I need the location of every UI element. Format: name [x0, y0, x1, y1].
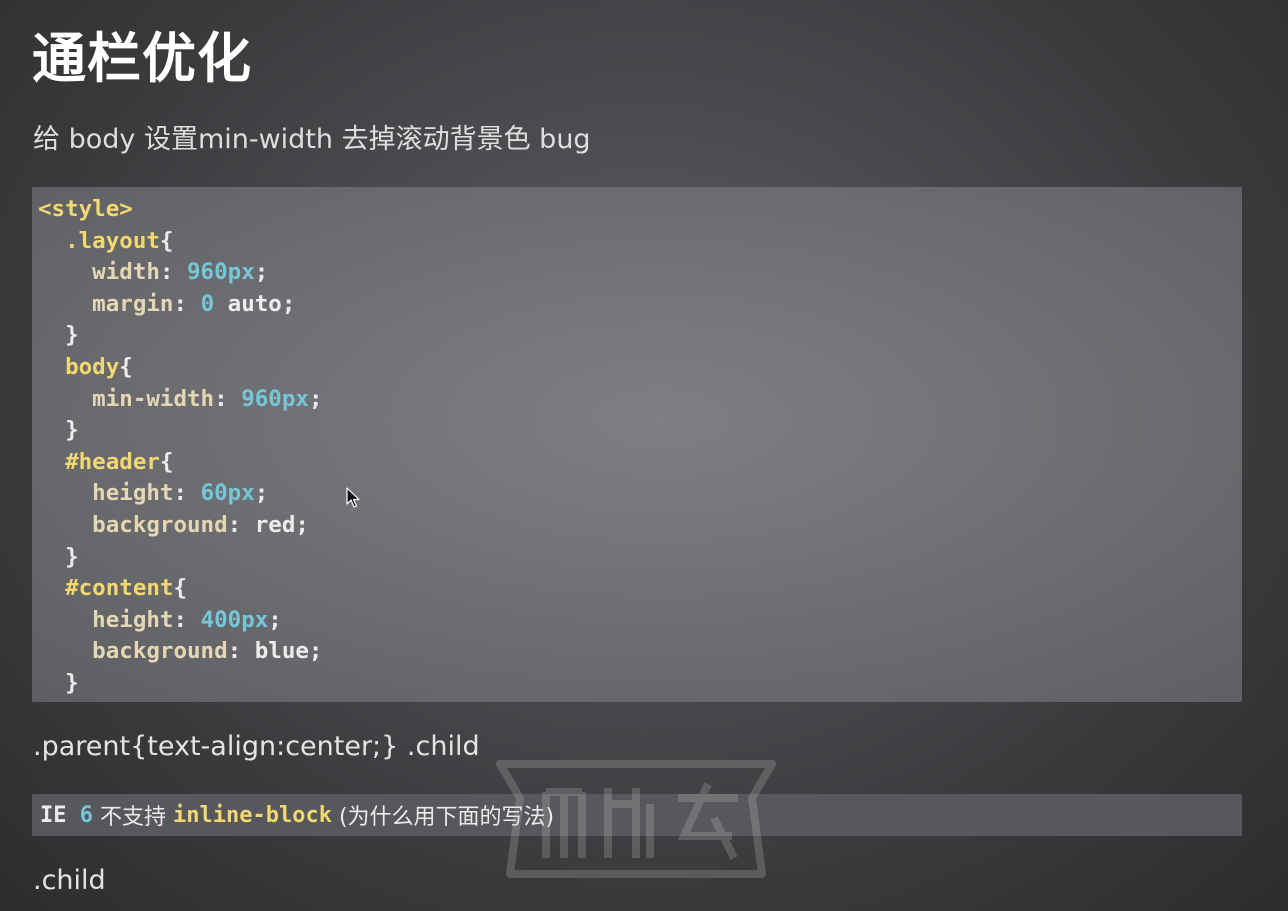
- code-line: #content{: [38, 573, 1242, 605]
- code-line: .layout{: [38, 226, 1242, 258]
- code-token: :: [227, 638, 255, 665]
- code-line: margin: 0 auto;: [38, 289, 1242, 321]
- code-line: #header{: [38, 447, 1242, 479]
- code-line: }: [38, 320, 1242, 352]
- code-token: height: [38, 606, 174, 633]
- code-token: {: [173, 575, 188, 602]
- code-token: :: [227, 511, 255, 538]
- parent-rule-text: .parent{text-align:center;} .child: [33, 731, 480, 762]
- code-token: 960px: [241, 385, 309, 412]
- code-token: }: [38, 669, 79, 696]
- code-token: .layout: [38, 227, 160, 254]
- code-line: min-width: 960px;: [38, 384, 1242, 416]
- code-token: margin: [38, 290, 174, 317]
- code-token: :: [173, 290, 201, 317]
- code-token: {: [119, 353, 133, 380]
- code-token: ;: [254, 259, 269, 286]
- code-token: background: [38, 638, 228, 665]
- code-token: auto;: [214, 290, 296, 317]
- code-token: min-width: [38, 385, 215, 412]
- code-token: red;: [254, 511, 309, 538]
- code-token: ;: [308, 385, 323, 412]
- code-line: }: [38, 668, 1242, 700]
- code-token: }: [38, 322, 79, 349]
- code-token: <style>: [38, 196, 133, 222]
- code-line: background: blue;: [38, 636, 1242, 668]
- code-token: body: [38, 353, 120, 380]
- code-line: background: red;: [38, 510, 1242, 542]
- mouse-pointer-icon: [346, 487, 360, 508]
- code-token: }: [38, 543, 79, 570]
- note-ie: IE: [40, 802, 80, 828]
- code-block: <style> .layout{ width: 960px; margin: 0…: [32, 187, 1242, 702]
- code-token: #header: [38, 448, 160, 475]
- code-line: }: [38, 542, 1242, 574]
- code-token: {: [159, 448, 174, 475]
- code-token: background: [38, 511, 228, 538]
- code-token: 0: [200, 290, 215, 317]
- code-token: :: [214, 385, 242, 412]
- note-version: 6: [79, 802, 93, 828]
- code-token: blue;: [254, 638, 323, 665]
- note-inline-block: inline-block: [173, 802, 332, 828]
- child-rule-text: .child: [33, 865, 106, 896]
- code-token: }: [38, 417, 79, 444]
- code-line: height: 60px;: [38, 478, 1242, 510]
- code-token: {: [159, 227, 174, 254]
- code-line: }: [38, 415, 1242, 447]
- code-token: #content: [38, 575, 174, 602]
- watermark-logo: [496, 760, 776, 878]
- code-line: height: 400px;: [38, 605, 1242, 637]
- code-line: body{: [38, 352, 1242, 384]
- slide-subtitle: 给 body 设置min-width 去掉滚动背景色 bug: [33, 124, 591, 155]
- code-token: ;: [254, 480, 269, 507]
- code-lines: <style> .layout{ width: 960px; margin: 0…: [32, 187, 1242, 700]
- code-token: :: [173, 480, 201, 507]
- code-token: ;: [268, 606, 282, 633]
- slide-title: 通栏优化: [32, 27, 252, 90]
- note-no-support: 不支持: [93, 805, 173, 830]
- code-token: height: [38, 480, 174, 507]
- code-token: 400px: [200, 606, 269, 633]
- code-token: 960px: [187, 259, 255, 286]
- code-token: 60px: [200, 480, 255, 507]
- code-token: :: [159, 259, 188, 286]
- code-line: width: 960px;: [38, 257, 1242, 289]
- code-token: :: [173, 606, 201, 633]
- code-line: <style>: [38, 194, 1242, 226]
- code-token: width: [38, 259, 160, 286]
